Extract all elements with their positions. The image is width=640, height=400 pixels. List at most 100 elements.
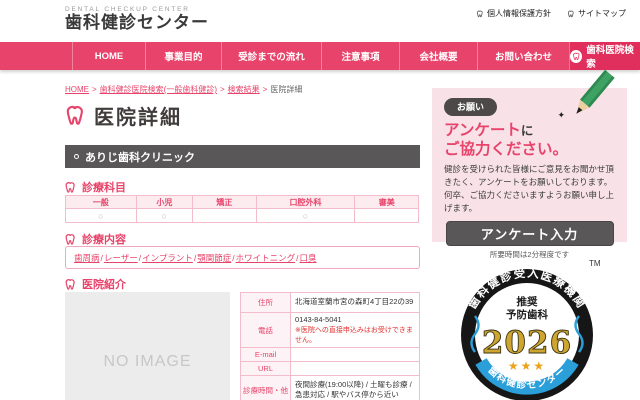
badge-line2: 予防歯科	[506, 308, 548, 321]
tooth-icon	[476, 10, 484, 18]
phone-note: ※医院への直接申込みはお受けできません。	[295, 326, 415, 345]
badge-seal: TM 歯科健診受入医療機関 推奨 予防歯科 2026 ★★★ 歯科健診センター	[455, 253, 605, 400]
survey-entry-button[interactable]: アンケート入力	[446, 221, 614, 246]
subject-col-pediatric: 小児	[136, 196, 192, 209]
table-row: E-mail	[241, 348, 420, 362]
nav-item-clinic-search[interactable]: 歯科医院検索	[569, 42, 640, 70]
row-label-email: E-mail	[241, 348, 291, 362]
tooth-icon	[64, 278, 77, 291]
nav-spacer	[0, 42, 72, 70]
tooth-circle-icon	[570, 50, 582, 63]
sparkle-icon: ✦	[557, 110, 565, 121]
survey-request-box: ✦ お願い アンケートに ご協力ください。 健診を受けられた皆様にご意見をお聞か…	[432, 88, 627, 242]
breadcrumb-search[interactable]: 歯科健診医院検索(一般歯科健診)	[100, 85, 217, 94]
subjects-marks-row: ○ ○ ○	[66, 209, 419, 223]
nav-item-home[interactable]: HOME	[72, 42, 145, 70]
tooth-icon	[64, 104, 87, 127]
row-label-address: 住所	[241, 293, 291, 313]
site-logo[interactable]: DENTAL CHECKUP CENTER 歯科健診センター	[65, 6, 209, 33]
table-row: 診療時間・他 夜間診療(19:00以降) / 土曜も診療 / 急患対応 / 駅や…	[241, 376, 420, 400]
table-row: 住所 北海道室蘭市宮の森町4丁目22の39	[241, 293, 420, 313]
breadcrumb-current: 医院詳細	[270, 85, 302, 94]
service-link-implant[interactable]: インプラント	[142, 252, 193, 264]
survey-body: 健診を受けられた皆様にご意見をお聞かせ頂きたく、アンケートをお願いしております。…	[444, 163, 615, 214]
tooth-icon	[567, 10, 575, 18]
bullet-icon	[74, 154, 79, 159]
intro-heading: 医院紹介	[82, 276, 126, 292]
badge-stars: ★★★	[507, 359, 545, 373]
nav-item-contact[interactable]: お問い合わせ	[477, 42, 569, 70]
privacy-policy-link[interactable]: 個人情報保護方針	[476, 8, 551, 19]
subjects-heading: 診療科目	[82, 179, 126, 195]
subjects-table: 一般 小児 矯正 口腔外科 審美 ○ ○ ○	[65, 195, 419, 223]
certification-badge: TM 歯科健診受入医療機関 推奨 予防歯科 2026 ★★★ 歯科健診センター	[432, 253, 627, 400]
site-header: DENTAL CHECKUP CENTER 歯科健診センター 個人情報保護方針 …	[0, 0, 640, 42]
survey-headline-line2: ご協力ください。	[444, 141, 568, 158]
subject-mark	[355, 209, 419, 223]
breadcrumb-separator: >	[92, 85, 97, 94]
row-value-email	[291, 348, 420, 362]
subject-col-ortho: 矯正	[193, 196, 257, 209]
service-separator: /	[232, 253, 234, 263]
table-row: URL	[241, 362, 420, 376]
tooth-icon	[64, 181, 77, 194]
nav-item-notes[interactable]: 注意事項	[321, 42, 399, 70]
service-link-halitosis[interactable]: 口臭	[300, 252, 317, 264]
main-nav: HOME 事業目的 受診までの流れ 注意事項 会社概要 お問い合わせ 歯科医院検…	[0, 42, 640, 70]
logo-subtitle: DENTAL CHECKUP CENTER	[65, 6, 209, 13]
sitemap-label: サイトマップ	[578, 8, 626, 19]
row-value-address: 北海道室蘭市宮の森町4丁目22の39	[291, 293, 420, 313]
breadcrumb-separator: >	[263, 85, 268, 94]
utility-links: 個人情報保護方針 サイトマップ	[476, 8, 626, 19]
services-box: 歯周病/レーザー/インプラント/顎関節症/ホワイトニング/口臭	[65, 246, 420, 269]
service-link-tmj[interactable]: 顎関節症	[197, 252, 231, 264]
breadcrumb-separator: >	[220, 85, 225, 94]
nav-item-purpose[interactable]: 事業目的	[145, 42, 221, 70]
row-value-url	[291, 362, 420, 376]
logo-title: 歯科健診センター	[65, 13, 209, 33]
row-label-url: URL	[241, 362, 291, 376]
service-separator: /	[194, 253, 196, 263]
row-label-hours: 診療時間・他	[241, 376, 291, 400]
page-title-block: 医院詳細	[64, 101, 182, 130]
service-link-whitening[interactable]: ホワイトニング	[236, 252, 296, 264]
page-title: 医院詳細	[94, 101, 182, 130]
nav-item-flow[interactable]: 受診までの流れ	[221, 42, 321, 70]
request-pill: お願い	[444, 98, 497, 116]
section-heading-intro: 医院紹介	[64, 276, 126, 292]
privacy-policy-label: 個人情報保護方針	[487, 8, 551, 19]
subject-mark	[193, 209, 257, 223]
survey-headline-tail: に	[521, 124, 534, 138]
clinic-name: ありじ歯科クリニック	[85, 149, 195, 165]
subject-col-cosmetic: 審美	[355, 196, 419, 209]
phone-number: 0143-84-5041	[295, 315, 342, 324]
row-value-phone: 0143-84-5041 ※医院への直接申込みはお受けできません。	[291, 313, 420, 348]
clinic-name-bar: ありじ歯科クリニック	[65, 145, 420, 168]
survey-body-text2: 何卒、ご協力くださいますようお願い申し上げます。	[444, 190, 614, 213]
row-label-phone: 電話	[241, 313, 291, 348]
tooth-icon	[64, 233, 77, 246]
badge-tm: TM	[589, 259, 601, 268]
service-separator: /	[296, 253, 298, 263]
service-link-laser[interactable]: レーザー	[104, 252, 138, 264]
sitemap-link[interactable]: サイトマップ	[567, 8, 626, 19]
service-separator: /	[101, 253, 103, 263]
survey-body-text1: 健診を受けられた皆様にご意見をお聞かせ頂きたく、アンケートをお願いしております。	[444, 164, 614, 187]
nav-item-company[interactable]: 会社概要	[399, 42, 477, 70]
subjects-header-row: 一般 小児 矯正 口腔外科 審美	[66, 196, 419, 209]
survey-headline-em: アンケート	[444, 122, 521, 139]
breadcrumb: HOME>歯科健診医院検索(一般歯科健診)>検索結果>医院詳細	[65, 84, 302, 95]
table-row: 電話 0143-84-5041 ※医院への直接申込みはお受けできません。	[241, 313, 420, 348]
section-heading-services: 診療内容	[64, 231, 126, 247]
service-link-perio[interactable]: 歯周病	[74, 252, 100, 264]
badge-year: 2026	[481, 325, 571, 361]
subject-col-oral-surgery: 口腔外科	[256, 196, 355, 209]
breadcrumb-results[interactable]: 検索結果	[228, 85, 260, 94]
subject-mark: ○	[136, 209, 192, 223]
subject-col-general: 一般	[66, 196, 137, 209]
no-image-label: NO IMAGE	[103, 353, 191, 371]
clinic-info-table: 住所 北海道室蘭市宮の森町4丁目22の39 電話 0143-84-5041 ※医…	[240, 292, 420, 400]
service-separator: /	[139, 253, 141, 263]
breadcrumb-home[interactable]: HOME	[65, 85, 89, 94]
badge-line1: 推奨	[516, 295, 537, 308]
